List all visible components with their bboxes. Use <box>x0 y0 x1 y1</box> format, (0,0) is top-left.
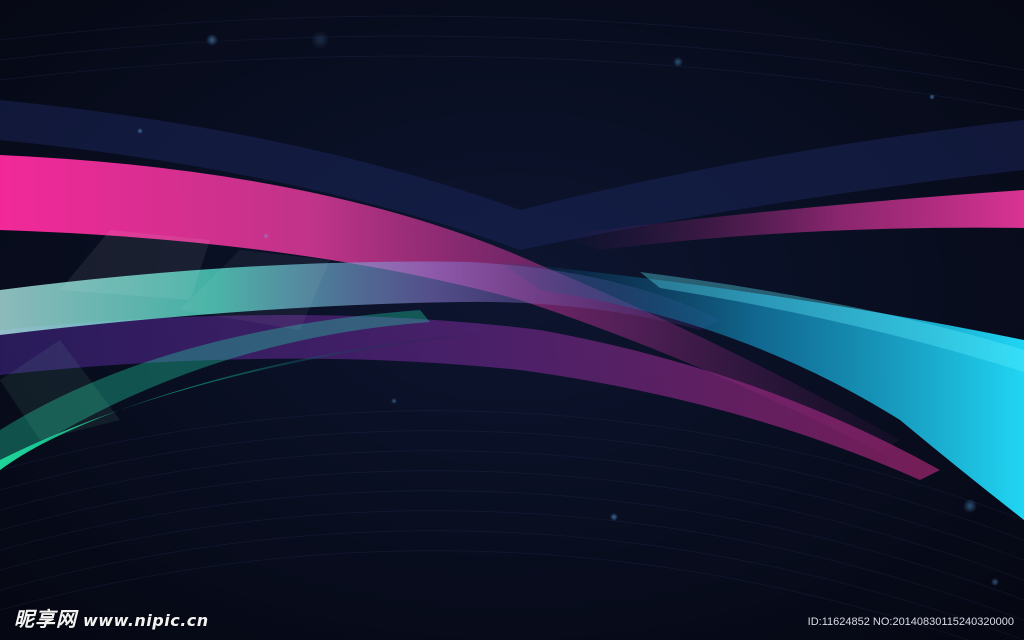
wallpaper-canvas: 昵享网 www.nipic.cn ID:11624852 NO:201408301… <box>0 0 1024 640</box>
watermark-brand: 昵享网 <box>14 607 77 631</box>
abstract-waves-artwork <box>0 0 1024 640</box>
image-id-watermark: ID:11624852 NO:20140830115240320000 <box>807 616 1014 628</box>
site-watermark: 昵享网 www.nipic.cn <box>14 603 209 632</box>
watermark-url: www.nipic.cn <box>83 611 209 630</box>
